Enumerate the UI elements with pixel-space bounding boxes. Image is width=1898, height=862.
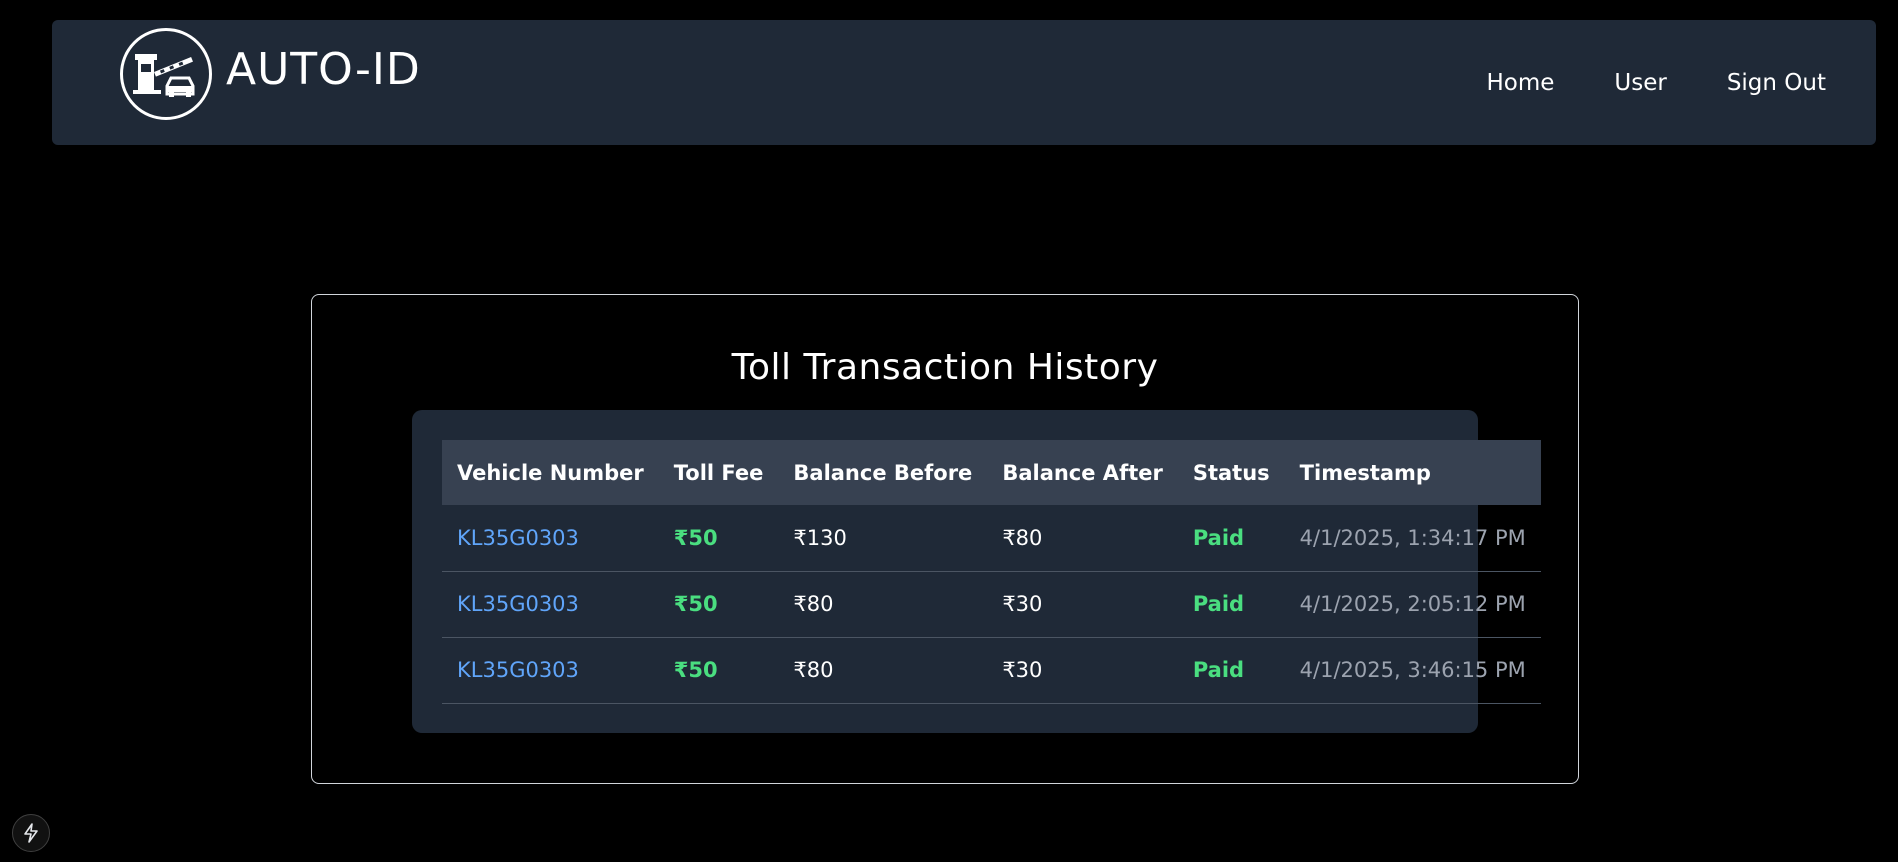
navbar: AUTO-ID Home User Sign Out — [52, 20, 1876, 145]
transaction-history-card: Toll Transaction History Vehicle Number … — [311, 294, 1579, 784]
lightning-bolt-icon — [24, 823, 38, 843]
toll-gate-car-icon — [120, 28, 212, 120]
timestamp: 4/1/2025, 3:46:15 PM — [1284, 637, 1541, 704]
brand-logo-link[interactable]: AUTO-ID — [120, 28, 421, 120]
table-row: KL35G0303 ₹50 ₹80 ₹30 Paid 4/1/2025, 2:0… — [442, 571, 1541, 638]
page-title: Toll Transaction History — [731, 347, 1159, 388]
header-toll-fee: Toll Fee — [673, 460, 764, 485]
header-status: Status — [1192, 460, 1270, 485]
toll-fee: ₹50 — [658, 505, 779, 572]
balance-before: ₹80 — [778, 637, 988, 704]
header-balance-after: Balance After — [1002, 460, 1163, 485]
timestamp: 4/1/2025, 2:05:12 PM — [1284, 571, 1541, 638]
nav-user-link[interactable]: User — [1614, 70, 1666, 96]
nav-links: Home User Sign Out — [1486, 70, 1826, 96]
balance-before: ₹80 — [778, 571, 988, 638]
transaction-table: Vehicle Number Toll Fee Balance Before B… — [442, 440, 1541, 704]
vehicle-number-link[interactable]: KL35G0303 — [442, 637, 659, 704]
balance-after: ₹80 — [987, 505, 1178, 572]
nav-sign-out-link[interactable]: Sign Out — [1727, 70, 1826, 96]
balance-after: ₹30 — [987, 637, 1178, 704]
timestamp: 4/1/2025, 1:34:17 PM — [1284, 505, 1541, 572]
vehicle-number-link[interactable]: KL35G0303 — [442, 505, 659, 572]
dev-tools-button[interactable] — [12, 814, 50, 852]
balance-after: ₹30 — [987, 571, 1178, 638]
balance-before: ₹130 — [778, 505, 988, 572]
header-timestamp: Timestamp — [1299, 460, 1431, 485]
vehicle-number-link[interactable]: KL35G0303 — [442, 571, 659, 638]
brand-name: AUTO-ID — [226, 43, 421, 95]
nav-home-link[interactable]: Home — [1486, 70, 1554, 96]
table-header-row: Vehicle Number Toll Fee Balance Before B… — [442, 440, 1541, 505]
status-badge: Paid — [1177, 637, 1285, 704]
table-row: KL35G0303 ₹50 ₹80 ₹30 Paid 4/1/2025, 3:4… — [442, 637, 1541, 704]
status-badge: Paid — [1177, 505, 1285, 572]
header-balance-before: Balance Before — [793, 460, 973, 485]
table-container: Vehicle Number Toll Fee Balance Before B… — [412, 410, 1541, 733]
status-badge: Paid — [1177, 571, 1285, 638]
header-vehicle-number: Vehicle Number — [457, 460, 644, 485]
toll-fee: ₹50 — [658, 571, 779, 638]
table-row: KL35G0303 ₹50 ₹130 ₹80 Paid 4/1/2025, 1:… — [442, 505, 1541, 572]
toll-fee: ₹50 — [658, 637, 779, 704]
